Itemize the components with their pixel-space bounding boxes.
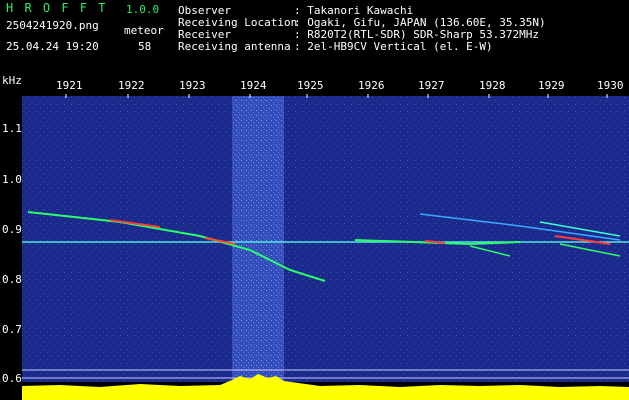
meteor-label: meteor: [124, 24, 164, 37]
antenna-label: Receiving antenna: [178, 40, 291, 53]
time-label: 1922: [118, 79, 145, 92]
date-time: 25.04.24 19:20: [6, 40, 99, 53]
app-version: 1.0.0: [126, 3, 160, 16]
freq-label: 0.8: [2, 273, 22, 286]
time-label: 1929: [538, 79, 565, 92]
time-label: 1921: [56, 79, 83, 92]
time-label: 1924: [240, 79, 267, 92]
time-label: 1928: [479, 79, 506, 92]
header-panel: H R O F F T 1.0.0 2504241920.png meteor …: [0, 0, 629, 74]
time-label: 1927: [418, 79, 445, 92]
app-name: H R O F F T: [6, 1, 108, 15]
y-unit-label: kHz: [2, 74, 22, 87]
time-label: 1923: [179, 79, 206, 92]
meteor-count: 58: [138, 40, 152, 53]
time-label: 1930: [597, 79, 624, 92]
time-label: 1926: [358, 79, 385, 92]
freq-label: 0.9: [2, 223, 22, 236]
freq-label: 0.7: [2, 323, 22, 336]
antenna-value: : 2el-HB9CV Vertical (el. E-W): [294, 40, 493, 53]
spectrogram-plot: [22, 94, 629, 400]
freq-label: 1.1: [2, 122, 22, 135]
freq-label: 0.6: [2, 372, 22, 385]
interference-band: [232, 96, 284, 382]
time-label: 1925: [297, 79, 324, 92]
freq-label: 1.0: [2, 173, 22, 186]
noise-background: [22, 96, 629, 382]
file-name: 2504241920.png: [6, 19, 99, 32]
